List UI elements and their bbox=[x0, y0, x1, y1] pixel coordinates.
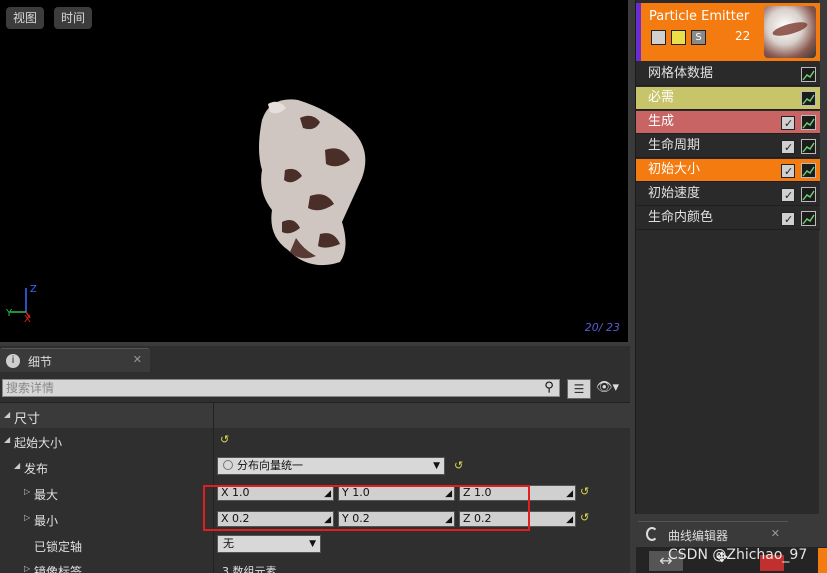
module-label: 初始大小 bbox=[648, 162, 701, 177]
close-icon[interactable]: ✕ bbox=[771, 527, 780, 540]
module-row[interactable]: 生成 bbox=[636, 111, 820, 135]
module-row[interactable]: 生命周期 bbox=[636, 135, 820, 159]
collapse-triangle-icon[interactable]: ◢ bbox=[14, 461, 20, 470]
curve-graph-icon[interactable] bbox=[801, 211, 816, 226]
curve-graph-icon[interactable] bbox=[801, 139, 816, 154]
curve-graph-icon[interactable] bbox=[801, 91, 816, 106]
expand-triangle-icon[interactable]: ▷ bbox=[24, 513, 30, 522]
property-distribution: ◢ 发布 分布向量统一 ▼ ↺ bbox=[0, 454, 630, 480]
info-icon: i bbox=[6, 354, 20, 368]
search-icon[interactable]: ⚲ bbox=[541, 380, 557, 396]
curve-graph-icon[interactable] bbox=[801, 187, 816, 202]
curve-graph-icon[interactable] bbox=[801, 115, 816, 130]
axis-gizmo: Z Y X bbox=[5, 284, 37, 325]
tab-curve-editor[interactable]: 曲线编辑器 ✕ bbox=[638, 521, 788, 547]
solo-button[interactable]: S bbox=[691, 30, 706, 45]
locked-axis-dropdown[interactable]: 无 ▼ bbox=[217, 535, 321, 553]
particle-counter: 20/ 23 bbox=[584, 321, 620, 334]
module-label: 初始速度 bbox=[648, 186, 701, 201]
collapse-triangle-icon[interactable]: ◢ bbox=[4, 435, 10, 444]
start-size-label: 起始大小 bbox=[14, 436, 63, 450]
view-options-button[interactable]: ☰ bbox=[567, 379, 591, 399]
tab-details[interactable]: i 细节 ✕ bbox=[0, 348, 150, 372]
module-enabled-checkbox[interactable] bbox=[781, 185, 795, 207]
emitter-particle-count: 22 bbox=[735, 29, 751, 43]
svg-text:X: X bbox=[24, 314, 31, 325]
emitter-title: Particle Emitter bbox=[649, 9, 750, 24]
reset-arrow-icon[interactable]: ↺ bbox=[454, 459, 463, 472]
red-highlight-box bbox=[203, 485, 530, 531]
expand-triangle-icon[interactable]: ▷ bbox=[24, 564, 30, 573]
distribution-label: 发布 bbox=[24, 462, 49, 476]
property-start-size: ◢ 起始大小 ↺ bbox=[0, 428, 630, 454]
mirror-value: 3 数组元素 bbox=[222, 565, 277, 573]
eye-icon[interactable]: 👁▾ bbox=[596, 380, 619, 395]
module-row[interactable]: 必需 bbox=[636, 87, 820, 110]
close-icon[interactable]: ✕ bbox=[133, 353, 142, 366]
collapse-triangle-icon[interactable]: ◢ bbox=[4, 410, 10, 419]
reset-arrow-icon[interactable]: ↺ bbox=[220, 433, 229, 446]
watermark: CSDN @Zhichao_97 bbox=[668, 547, 808, 563]
svg-text:Y: Y bbox=[5, 308, 13, 319]
chevron-down-icon: ▼ bbox=[309, 539, 316, 549]
module-row[interactable]: 初始速度 bbox=[636, 183, 820, 207]
min-label: 最小 bbox=[34, 514, 59, 528]
module-row[interactable]: 初始大小 bbox=[636, 159, 820, 183]
module-row[interactable]: 生命内颜色 bbox=[636, 207, 820, 231]
section-size[interactable]: ◢ 尺寸 bbox=[0, 402, 630, 428]
svg-text:Z: Z bbox=[30, 284, 37, 295]
cascade-editor: 视图 时间 Z Y X 20/ 23 Particle Emitter S 22… bbox=[0, 0, 827, 573]
curve-graph-icon[interactable] bbox=[801, 67, 816, 82]
distribution-dropdown[interactable]: 分布向量统一 ▼ bbox=[217, 457, 445, 475]
property-locked-axis: 已锁定轴 无 ▼ bbox=[0, 532, 630, 558]
module-enabled-checkbox[interactable] bbox=[781, 161, 795, 183]
reset-arrow-icon[interactable]: ↺ bbox=[580, 511, 589, 524]
search-details-input[interactable]: 搜索详情 bbox=[2, 379, 560, 397]
locked-axis-label: 已锁定轴 bbox=[34, 540, 83, 554]
module-enabled-checkbox[interactable] bbox=[781, 137, 795, 159]
expand-triangle-icon[interactable]: ▷ bbox=[24, 487, 30, 496]
module-row[interactable]: 网格体数据 bbox=[636, 63, 820, 86]
mirror-label: 镜像标签 bbox=[34, 565, 83, 573]
max-label: 最大 bbox=[34, 488, 59, 502]
module-label: 生命周期 bbox=[648, 138, 701, 153]
module-label: 生命内颜色 bbox=[648, 210, 714, 225]
curve-editor-label: 曲线编辑器 bbox=[668, 529, 729, 543]
emitter-render-mode-icon[interactable] bbox=[671, 30, 686, 45]
locked-axis-value: 无 bbox=[223, 537, 234, 550]
material-thumbnail bbox=[764, 6, 816, 58]
section-title: 尺寸 bbox=[14, 412, 41, 427]
particle-preview-cow: Z Y X bbox=[5, 99, 366, 325]
emitters-panel: Particle Emitter S 22 网格体数据必需生成生命周期初始大小初… bbox=[635, 0, 820, 514]
preview-viewport[interactable]: 视图 时间 Z Y X 20/ 23 bbox=[0, 0, 630, 344]
module-label: 网格体数据 bbox=[648, 66, 714, 81]
emitter-enabled-checkbox[interactable] bbox=[651, 30, 666, 45]
toolbar-accent bbox=[818, 548, 827, 573]
property-mirror: ▷ 镜像标签 3 数组元素 bbox=[0, 557, 630, 573]
module-label: 必需 bbox=[648, 90, 675, 105]
module-enabled-checkbox[interactable] bbox=[781, 113, 795, 135]
curve-icon bbox=[646, 527, 658, 541]
chevron-down-icon: ▼ bbox=[433, 461, 440, 471]
curve-graph-icon[interactable] bbox=[801, 163, 816, 178]
distribution-type-icon bbox=[223, 460, 233, 470]
reset-arrow-icon[interactable]: ↺ bbox=[580, 485, 589, 498]
module-label: 生成 bbox=[648, 114, 675, 129]
details-tab-label: 细节 bbox=[28, 355, 53, 369]
details-panel: i 细节 ✕ 搜索详情 ⚲ ☰ 👁▾ ◢ 尺寸 ◢ 起始大小 ↺ ◢ 发布 分布… bbox=[0, 346, 630, 573]
distribution-value: 分布向量统一 bbox=[237, 459, 303, 472]
module-enabled-checkbox[interactable] bbox=[781, 209, 795, 231]
particle-emitter-header[interactable]: Particle Emitter S 22 bbox=[636, 3, 820, 61]
